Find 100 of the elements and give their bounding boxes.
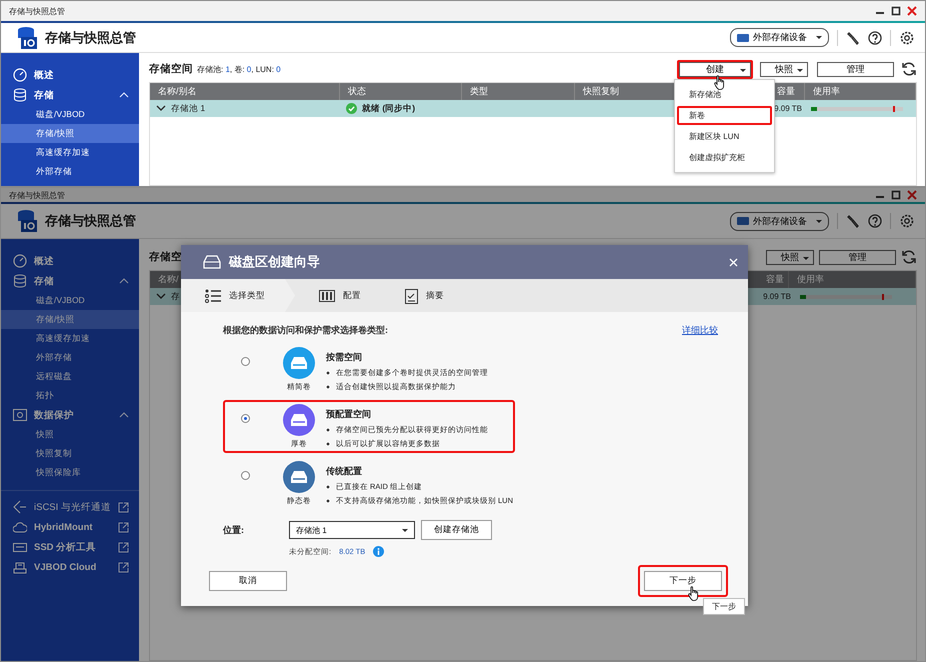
database-icon	[13, 88, 27, 102]
sidebar-section[interactable]: SSD 分析工具	[1, 537, 139, 557]
enclosure-icon	[13, 560, 27, 574]
sidebar-item[interactable]: 快照	[1, 425, 139, 444]
chevron-icon[interactable]	[156, 293, 166, 300]
chevron-icon	[119, 92, 129, 98]
next-button[interactable]: 下一步	[644, 571, 722, 591]
app-title: 存储与快照总管	[45, 28, 136, 46]
caret-icon	[816, 36, 822, 39]
window-title: 存储与快照总管	[9, 6, 65, 16]
sidebar-section[interactable]: VJBOD Cloud	[1, 557, 139, 577]
toolbar-button[interactable]: 管理	[819, 250, 896, 264]
list-icon	[205, 288, 221, 302]
table-cell: 就绪 (同步中)	[362, 102, 416, 114]
create-pool-button[interactable]: 创建存储池	[421, 520, 492, 540]
sidebar-section[interactable]: 存储	[1, 85, 139, 105]
external-link-icon[interactable]	[118, 522, 129, 532]
sidebar-item[interactable]: 外部存储	[1, 348, 139, 367]
maximize-icon[interactable]	[891, 6, 901, 16]
close-icon[interactable]	[907, 190, 917, 200]
wizard-step: 选择类型	[181, 279, 295, 312]
toolbar-button[interactable]: 创建	[679, 62, 751, 76]
settings-icon[interactable]	[899, 30, 915, 46]
storage-logo-icon	[17, 26, 39, 50]
pool-select[interactable]: 存储池 1	[289, 521, 415, 539]
drive-icon	[737, 32, 749, 42]
caret-icon	[816, 220, 822, 222]
sidebar-item[interactable]: 磁盘/VJBOD	[1, 105, 139, 124]
table-cell: 存储池 1	[171, 102, 206, 114]
sidebar-section[interactable]: 数据保护	[1, 405, 139, 425]
toolbar-button[interactable]: 快照	[766, 250, 814, 264]
sidebar-item[interactable]: 存储/快照	[1, 124, 139, 143]
gauge-icon	[13, 68, 27, 82]
menu-item[interactable]: 新卷	[677, 106, 772, 125]
sidebar-item[interactable]: 高速缓存加速	[1, 143, 139, 162]
check-icon	[346, 103, 357, 114]
cloud-icon	[13, 521, 27, 533]
database-icon	[13, 274, 27, 288]
menu-item[interactable]: 创建虚拟扩充柜	[677, 148, 772, 167]
drive-icon	[13, 541, 27, 553]
section-heading: 存储空间	[149, 62, 193, 76]
caret-icon	[402, 528, 408, 532]
toolbar-button[interactable]: 快照	[760, 62, 808, 76]
toolbar-button[interactable]: 管理	[817, 62, 894, 76]
sidebar-item[interactable]: 快照复制	[1, 444, 139, 463]
close-icon[interactable]	[907, 6, 917, 16]
help-icon[interactable]	[868, 30, 882, 44]
chevron-icon	[119, 412, 129, 418]
radio-button[interactable]	[241, 471, 250, 480]
sidebar-item[interactable]: 高速缓存加速	[1, 329, 139, 348]
refresh-icon[interactable]	[901, 61, 917, 77]
help-icon[interactable]	[868, 214, 882, 228]
pool-summary: 存储池: 1, 卷: 0, LUN: 0	[197, 64, 281, 74]
refresh-icon[interactable]	[901, 249, 917, 265]
table-cell-text: 9.09 TB	[762, 292, 792, 301]
section-heading: 存储空	[149, 250, 182, 264]
sidebar-item[interactable]: 远程磁盘	[1, 367, 139, 386]
app-title: 存储与快照总管	[45, 212, 136, 230]
volume-drive-icon	[283, 404, 315, 436]
menu-item[interactable]: 新建区块 LUN	[677, 127, 772, 146]
table-cell-text: 9.09 TB	[773, 104, 803, 113]
sidebar-item[interactable]: 磁盘/VJBOD	[1, 291, 139, 310]
radio-button[interactable]	[241, 414, 250, 423]
volume-drive-icon	[283, 347, 315, 379]
option-title: 传统配置	[326, 465, 363, 478]
chevron-icon[interactable]	[156, 105, 166, 112]
cancel-button[interactable]: 取消	[209, 571, 287, 591]
drive-icon	[737, 216, 749, 226]
external-link-icon[interactable]	[118, 502, 129, 512]
external-storage-button[interactable]: 外部存储设备	[730, 212, 829, 230]
bars-icon	[319, 290, 335, 302]
volume-drive-icon	[282, 461, 315, 493]
sidebar-item[interactable]: 快照保险库	[1, 463, 139, 482]
settings-icon[interactable]	[899, 213, 915, 229]
sidebar-item[interactable]: 外部存储	[1, 162, 139, 181]
chevron-icon	[119, 278, 129, 284]
storage-logo-icon	[17, 209, 39, 233]
drive-icon	[203, 255, 221, 269]
sidebar-section[interactable]: iSCSI 与光纤通道	[1, 490, 139, 517]
info-icon[interactable]	[373, 546, 384, 557]
radio-button[interactable]	[241, 357, 250, 366]
dialog-title: 磁盘区创建向导	[229, 253, 320, 271]
option-title: 预配置空间	[326, 408, 372, 421]
clipboard-icon	[405, 288, 418, 304]
wizard-step: 配置	[295, 279, 381, 312]
instruction-text: 根据您的数据访问和保护需求选择卷类型:	[223, 324, 388, 337]
external-storage-button[interactable]: 外部存储设备	[730, 28, 829, 47]
tooltip: 下一步	[703, 598, 745, 615]
option-title: 按需空间	[326, 351, 363, 364]
sidebar-section[interactable]: HybridMount	[1, 517, 139, 537]
external-link-icon[interactable]	[118, 542, 129, 552]
compare-link[interactable]: 详细比较	[682, 324, 718, 337]
external-link-icon[interactable]	[118, 562, 129, 572]
sidebar-section[interactable]: 概述	[1, 65, 139, 85]
sidebar-section[interactable]: 存储	[1, 271, 139, 291]
window-title: 存储与快照总管	[9, 190, 65, 200]
sidebar-item[interactable]: 拓扑	[1, 386, 139, 405]
wizard-step: 摘要	[381, 279, 464, 312]
sidebar-section[interactable]: 概述	[1, 251, 139, 271]
maximize-icon[interactable]	[891, 190, 901, 200]
